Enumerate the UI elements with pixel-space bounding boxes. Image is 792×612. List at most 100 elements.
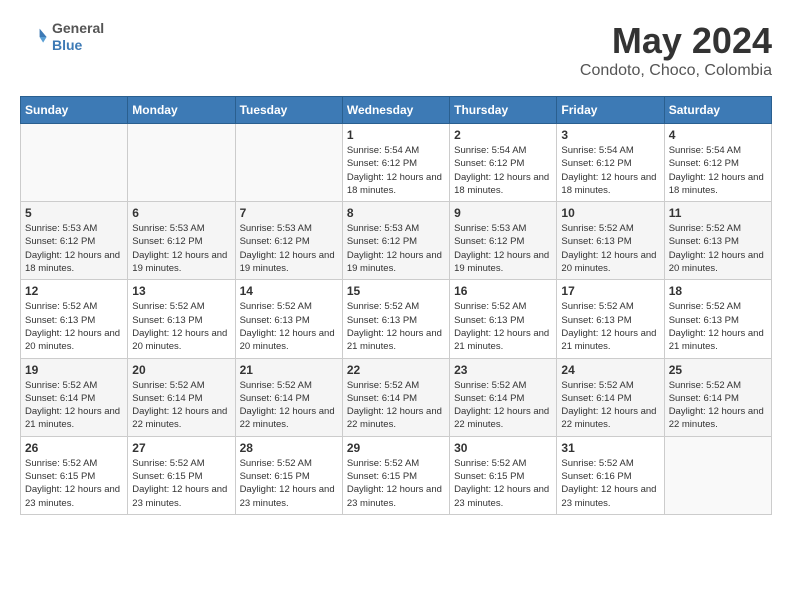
day-info: Sunrise: 5:52 AM Sunset: 6:14 PM Dayligh…	[669, 379, 767, 432]
calendar-header: SundayMondayTuesdayWednesdayThursdayFrid…	[21, 97, 772, 124]
calendar-cell: 18Sunrise: 5:52 AM Sunset: 6:13 PM Dayli…	[664, 280, 771, 358]
page-header: General Blue May 2024 Condoto, Choco, Co…	[20, 20, 772, 80]
calendar-cell: 25 Sunrise: 5:52 AM Sunset: 6:14 PM Dayli…	[664, 358, 771, 436]
day-number: 30	[454, 441, 552, 455]
day-info: Sunrise: 5:52 AM Sunset: 6:14 PM Dayligh…	[240, 379, 338, 432]
day-number: 6	[132, 206, 230, 220]
calendar-cell: 1 Sunrise: 5:54 AM Sunset: 6:12 PM Daylig…	[342, 124, 449, 202]
day-number: 2	[454, 128, 552, 142]
calendar-cell: 13 Sunrise: 5:52 AM Sunset: 6:13 PM Dayli…	[128, 280, 235, 358]
day-info: Sunrise: 5:52 AM Sunset: 6:15 PM Dayligh…	[347, 457, 445, 510]
day-number: 12	[25, 284, 123, 298]
day-info: Sunrise: 5:52 AM Sunset: 6:15 PM Dayligh…	[132, 457, 230, 510]
day-number: 20	[132, 363, 230, 377]
day-number: 26	[25, 441, 123, 455]
day-info: Sunrise: 5:54 AM Sunset: 6:12 PM Dayligh…	[669, 144, 767, 197]
calendar-cell: 22Sunrise: 5:52 AM Sunset: 6:14 PM Dayli…	[342, 358, 449, 436]
day-info: Sunrise: 5:52 AM Sunset: 6:13 PM Dayligh…	[25, 300, 123, 353]
day-info: Sunrise: 5:52 AM Sunset: 6:15 PM Dayligh…	[240, 457, 338, 510]
day-number: 7	[240, 206, 338, 220]
calendar-cell: 6 Sunrise: 5:53 AM Sunset: 6:12 PM Daylig…	[128, 202, 235, 280]
calendar-cell: 27 Sunrise: 5:52 AM Sunset: 6:15 PM Dayli…	[128, 436, 235, 514]
calendar-cell: 4 Sunrise: 5:54 AM Sunset: 6:12 PM Daylig…	[664, 124, 771, 202]
day-number: 4	[669, 128, 767, 142]
calendar-week-4: 19 Sunrise: 5:52 AM Sunset: 6:14 PM Dayli…	[21, 358, 772, 436]
calendar-cell: 5Sunrise: 5:53 AM Sunset: 6:12 PM Daylig…	[21, 202, 128, 280]
logo-text: General Blue	[52, 20, 104, 54]
calendar-cell: 19 Sunrise: 5:52 AM Sunset: 6:14 PM Dayli…	[21, 358, 128, 436]
calendar-cell: 3Sunrise: 5:54 AM Sunset: 6:12 PM Daylig…	[557, 124, 664, 202]
day-number: 24	[561, 363, 659, 377]
day-info: Sunrise: 5:53 AM Sunset: 6:12 PM Dayligh…	[347, 222, 445, 275]
weekday-header-wednesday: Wednesday	[342, 97, 449, 124]
day-number: 18	[669, 284, 767, 298]
calendar-cell: 7 Sunrise: 5:53 AM Sunset: 6:12 PM Daylig…	[235, 202, 342, 280]
calendar-cell: 10Sunrise: 5:52 AM Sunset: 6:13 PM Dayli…	[557, 202, 664, 280]
day-info: Sunrise: 5:53 AM Sunset: 6:12 PM Dayligh…	[454, 222, 552, 275]
day-info: Sunrise: 5:52 AM Sunset: 6:15 PM Dayligh…	[454, 457, 552, 510]
day-number: 25	[669, 363, 767, 377]
day-number: 19	[25, 363, 123, 377]
location-subtitle: Condoto, Choco, Colombia	[580, 62, 772, 80]
calendar-cell: 28 Sunrise: 5:52 AM Sunset: 6:15 PM Dayli…	[235, 436, 342, 514]
day-number: 11	[669, 206, 767, 220]
calendar-week-2: 5Sunrise: 5:53 AM Sunset: 6:12 PM Daylig…	[21, 202, 772, 280]
day-info: Sunrise: 5:54 AM Sunset: 6:12 PM Dayligh…	[454, 144, 552, 197]
weekday-header-saturday: Saturday	[664, 97, 771, 124]
calendar-cell: 21 Sunrise: 5:52 AM Sunset: 6:14 PM Dayli…	[235, 358, 342, 436]
calendar-cell: 11 Sunrise: 5:52 AM Sunset: 6:13 PM Dayli…	[664, 202, 771, 280]
day-number: 28	[240, 441, 338, 455]
weekday-header-tuesday: Tuesday	[235, 97, 342, 124]
calendar-cell: 12 Sunrise: 5:52 AM Sunset: 6:13 PM Dayli…	[21, 280, 128, 358]
day-info: Sunrise: 5:52 AM Sunset: 6:14 PM Dayligh…	[25, 379, 123, 432]
day-number: 14	[240, 284, 338, 298]
calendar-cell: 9Sunrise: 5:53 AM Sunset: 6:12 PM Daylig…	[450, 202, 557, 280]
day-info: Sunrise: 5:53 AM Sunset: 6:12 PM Dayligh…	[25, 222, 123, 275]
weekday-header-friday: Friday	[557, 97, 664, 124]
logo-icon	[20, 23, 48, 51]
logo: General Blue	[20, 20, 104, 54]
calendar-cell: 30 Sunrise: 5:52 AM Sunset: 6:15 PM Dayli…	[450, 436, 557, 514]
weekday-header-sunday: Sunday	[21, 97, 128, 124]
calendar-table: SundayMondayTuesdayWednesdayThursdayFrid…	[20, 96, 772, 515]
calendar-cell	[664, 436, 771, 514]
day-number: 31	[561, 441, 659, 455]
day-info: Sunrise: 5:52 AM Sunset: 6:13 PM Dayligh…	[669, 222, 767, 275]
day-number: 1	[347, 128, 445, 142]
logo-line1: General	[52, 20, 104, 37]
day-info: Sunrise: 5:52 AM Sunset: 6:14 PM Dayligh…	[132, 379, 230, 432]
calendar-cell	[235, 124, 342, 202]
day-info: Sunrise: 5:52 AM Sunset: 6:13 PM Dayligh…	[347, 300, 445, 353]
calendar-cell: 23Sunrise: 5:52 AM Sunset: 6:14 PM Dayli…	[450, 358, 557, 436]
calendar-cell: 29 Sunrise: 5:52 AM Sunset: 6:15 PM Dayli…	[342, 436, 449, 514]
day-info: Sunrise: 5:53 AM Sunset: 6:12 PM Dayligh…	[132, 222, 230, 275]
day-info: Sunrise: 5:52 AM Sunset: 6:13 PM Dayligh…	[132, 300, 230, 353]
calendar-cell: 17Sunrise: 5:52 AM Sunset: 6:13 PM Dayli…	[557, 280, 664, 358]
month-title: May 2024	[580, 20, 772, 62]
calendar-cell: 16 Sunrise: 5:52 AM Sunset: 6:13 PM Dayli…	[450, 280, 557, 358]
calendar-week-1: 1 Sunrise: 5:54 AM Sunset: 6:12 PM Daylig…	[21, 124, 772, 202]
calendar-cell	[21, 124, 128, 202]
weekday-header-row: SundayMondayTuesdayWednesdayThursdayFrid…	[21, 97, 772, 124]
day-info: Sunrise: 5:52 AM Sunset: 6:14 PM Dayligh…	[454, 379, 552, 432]
day-info: Sunrise: 5:54 AM Sunset: 6:12 PM Dayligh…	[561, 144, 659, 197]
calendar-cell: 20 Sunrise: 5:52 AM Sunset: 6:14 PM Dayli…	[128, 358, 235, 436]
calendar-cell: 2 Sunrise: 5:54 AM Sunset: 6:12 PM Daylig…	[450, 124, 557, 202]
day-number: 21	[240, 363, 338, 377]
calendar-cell: 15Sunrise: 5:52 AM Sunset: 6:13 PM Dayli…	[342, 280, 449, 358]
day-number: 17	[561, 284, 659, 298]
day-info: Sunrise: 5:54 AM Sunset: 6:12 PM Dayligh…	[347, 144, 445, 197]
day-info: Sunrise: 5:53 AM Sunset: 6:12 PM Dayligh…	[240, 222, 338, 275]
title-block: May 2024 Condoto, Choco, Colombia	[580, 20, 772, 80]
day-number: 29	[347, 441, 445, 455]
calendar-body: 1 Sunrise: 5:54 AM Sunset: 6:12 PM Daylig…	[21, 124, 772, 515]
calendar-cell: 14Sunrise: 5:52 AM Sunset: 6:13 PM Dayli…	[235, 280, 342, 358]
day-number: 13	[132, 284, 230, 298]
day-number: 16	[454, 284, 552, 298]
calendar-week-3: 12 Sunrise: 5:52 AM Sunset: 6:13 PM Dayli…	[21, 280, 772, 358]
day-number: 22	[347, 363, 445, 377]
day-info: Sunrise: 5:52 AM Sunset: 6:16 PM Dayligh…	[561, 457, 659, 510]
day-number: 27	[132, 441, 230, 455]
day-info: Sunrise: 5:52 AM Sunset: 6:13 PM Dayligh…	[454, 300, 552, 353]
logo-line2: Blue	[52, 37, 104, 54]
